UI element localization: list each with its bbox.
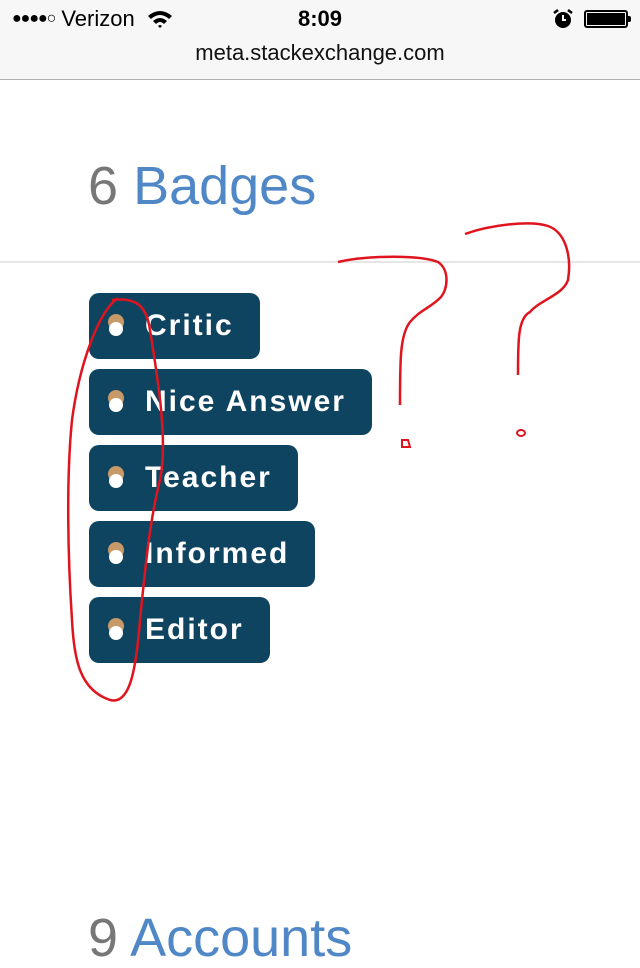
bronze-badge-icon [107, 388, 127, 416]
bronze-badge-icon [107, 616, 127, 644]
badge-nice-answer[interactable]: Nice Answer [89, 369, 372, 435]
bronze-badge-icon [107, 464, 127, 492]
status-bar: ●●●●○ Verizon 8:09 meta.stackexchange.co… [0, 0, 640, 80]
question-mark-2 [464, 222, 571, 376]
badge-name: Nice Answer [145, 385, 346, 418]
badge-name: Teacher [145, 461, 272, 494]
question-mark-1-dot [401, 439, 412, 448]
status-right [552, 8, 631, 30]
accounts-heading: 9 Accounts [88, 908, 352, 968]
battery-fill [587, 13, 625, 25]
badge-list: Critic Nice Answer Teacher Informed Edit… [89, 293, 372, 673]
accounts-count: 9 [88, 908, 119, 968]
question-mark-2-dot [516, 429, 526, 437]
badge-name: Editor [145, 613, 244, 646]
bronze-badge-icon [107, 312, 127, 340]
bronze-badge-icon [107, 540, 127, 568]
badge-editor[interactable]: Editor [89, 597, 270, 663]
badge-name: Critic [145, 309, 234, 342]
badge-critic[interactable]: Critic [89, 293, 260, 359]
accounts-label[interactable]: Accounts [130, 908, 352, 968]
clock: 8:09 [297, 6, 343, 31]
badge-name: Informed [145, 537, 290, 570]
address-bar-url[interactable]: meta.stackexchange.com [0, 40, 640, 66]
battery-tip [628, 16, 631, 22]
badges-heading: 6 Badges [88, 156, 316, 216]
alarm-icon [553, 9, 573, 28]
battery-icon [584, 10, 631, 28]
section-divider [0, 261, 640, 263]
badge-informed[interactable]: Informed [89, 521, 316, 587]
badge-teacher[interactable]: Teacher [89, 445, 298, 511]
badges-count: 6 [88, 156, 119, 216]
badges-label[interactable]: Badges [133, 156, 316, 216]
